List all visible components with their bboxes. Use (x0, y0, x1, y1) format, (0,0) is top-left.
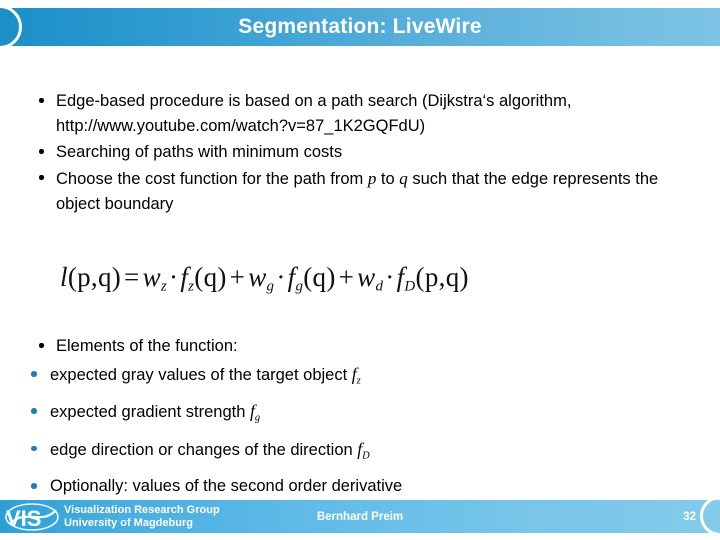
bullet-text: Searching of paths with minimum costs (56, 143, 343, 161)
bullet-text: Edge-based procedure is based on a path … (56, 92, 572, 135)
slide-footer: VIS Visualization Research Group Univers… (0, 500, 720, 533)
sub-bullet-dot-icon (31, 483, 37, 489)
formula-dot: · (385, 262, 395, 292)
formula-dot: · (169, 262, 179, 292)
formula-term-weight: w (248, 262, 267, 292)
sub-bullet-text: expected gradient strength (50, 403, 250, 422)
footer-author: Bernhard Preim (316, 510, 404, 523)
list-item: Optionally: values of the second order d… (20, 474, 700, 499)
formula-plus: + (229, 262, 246, 292)
list-item: Elements of the function: (20, 334, 700, 359)
formula-equals: = (124, 262, 140, 292)
formula-term-fn-sub: D (404, 278, 416, 295)
sub-bullet-dot-icon (31, 371, 37, 377)
bullet-dot-icon (39, 175, 44, 180)
formula-term-args: (q) (194, 262, 227, 292)
sub-bullet-dot-icon (31, 408, 37, 414)
list-item: expected gradient strength fg (20, 399, 700, 430)
bullet-dot-icon (39, 149, 44, 154)
formula-dot: · (276, 262, 286, 292)
main-bullet-list: Edge-based procedure is based on a path … (20, 89, 700, 217)
formula-term-weight: w (357, 262, 376, 292)
list-item: expected gray values of the target objec… (20, 362, 700, 393)
bullet-text-part: Choose the cost function for the path fr… (56, 170, 368, 188)
math-variable-q: q (399, 169, 408, 188)
page-number: 32 (683, 510, 696, 523)
sub-bullet-text: Optionally: values of the second order d… (50, 477, 403, 496)
sub-bullet-text: edge direction or changes of the directi… (50, 440, 358, 459)
page-title: Segmentation: LiveWire (238, 15, 482, 38)
sub-bullet-dot-icon (31, 445, 37, 452)
formula-lhs-args: (p,q) (67, 262, 122, 292)
math-function-fg: fg (249, 401, 261, 424)
top-bullet-block: Edge-based procedure is based on a path … (20, 89, 700, 218)
slide-content: Edge-based procedure is based on a path … (0, 46, 720, 495)
sub-bullet-text: expected gray values of the target objec… (50, 366, 352, 384)
elements-sub-list: expected gray values of the target objec… (20, 362, 700, 499)
title-arc-decoration (0, 5, 22, 49)
math-function-fd: fD (357, 438, 370, 462)
elements-header-list: Elements of the function: (20, 334, 700, 359)
list-item: Choose the cost function for the path fr… (20, 166, 700, 217)
elements-block: Elements of the function: expected gray … (20, 334, 700, 505)
list-item: Edge-based procedure is based on a path … (20, 89, 700, 139)
slide-title-bar: Segmentation: LiveWire (0, 5, 720, 49)
bullet-dot-icon (39, 343, 44, 348)
formula-term-weight: w (142, 262, 161, 292)
formula-term-args: (p,q) (415, 262, 469, 292)
bullet-dot-icon (39, 98, 44, 103)
formula-plus: + (338, 262, 355, 292)
formula-term-args: (q) (303, 262, 336, 292)
cost-function-formula: l(p,q) = wz·fz(q) + wg·fg(q) + wd·fD(p,q) (60, 262, 469, 296)
list-item: Searching of paths with minimum costs (20, 140, 700, 165)
bullet-text: Elements of the function: (56, 337, 238, 355)
formula-term-fn: f (180, 262, 189, 292)
formula-lhs-fn: l (60, 262, 68, 292)
bullet-text-part: to (376, 170, 400, 188)
list-item: edge direction or changes of the directi… (20, 437, 700, 468)
math-function-fz: fz (351, 364, 361, 387)
